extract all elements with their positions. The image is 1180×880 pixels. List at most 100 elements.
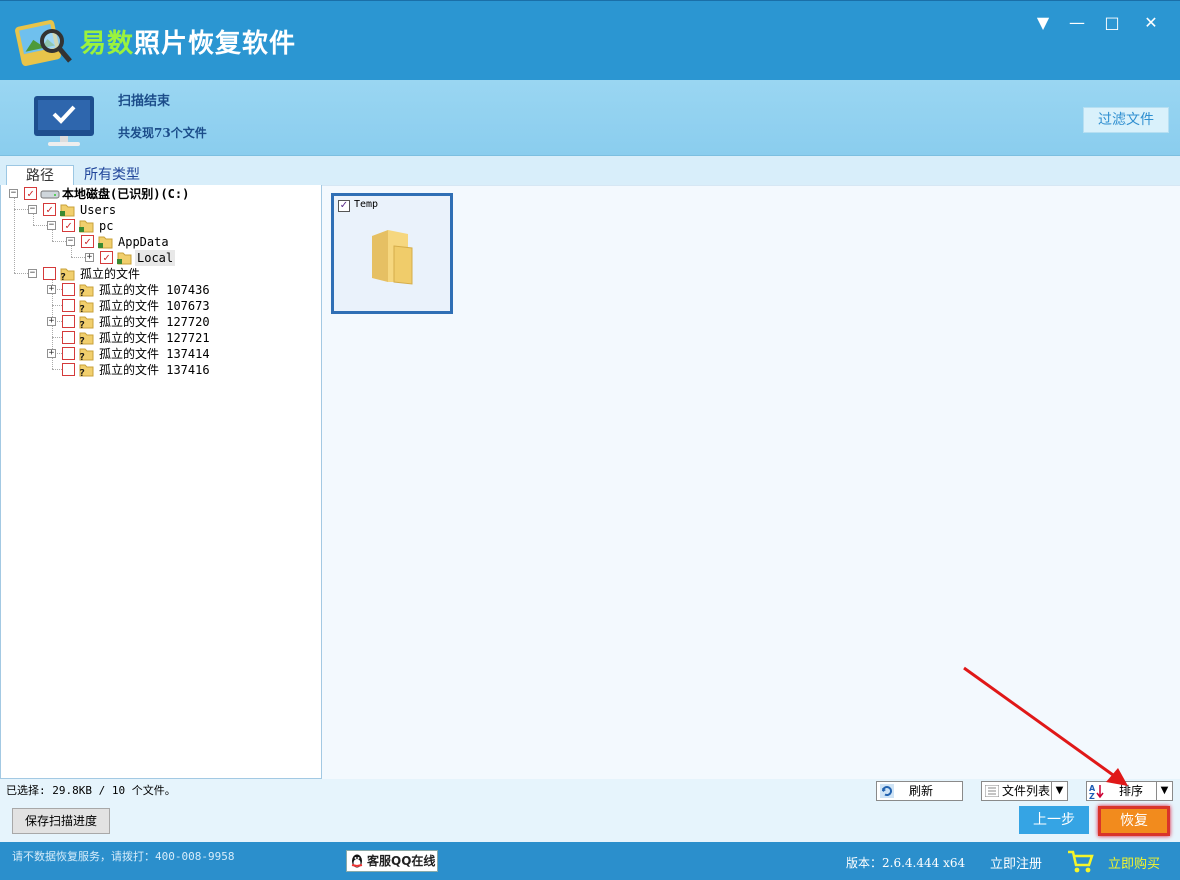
menu-dropdown-icon[interactable]: ▼ xyxy=(1030,11,1056,35)
svg-text:?: ? xyxy=(79,368,85,377)
title-bar: 易数照片恢复软件 ▼ — □ ✕ xyxy=(0,0,1180,80)
close-button[interactable]: ✕ xyxy=(1138,11,1164,35)
collapse-toggle[interactable]: − xyxy=(47,221,56,230)
folder-tree-panel: − ✓ 本地磁盘(已识别)(C:) − ✓ Users − ✓ pc − ✓ A… xyxy=(0,185,322,779)
tile-label: Temp xyxy=(354,199,379,210)
scan-status-banner: 扫描结束 共发现73个文件 过滤文件 xyxy=(0,80,1180,156)
scan-status-title: 扫描结束 xyxy=(118,94,171,109)
tree-node-local[interactable]: + ✓ Local xyxy=(1,250,301,266)
tab-path[interactable]: 路径 xyxy=(6,165,74,185)
folder-icon xyxy=(98,236,113,249)
app-title-highlight: 易数 xyxy=(80,29,135,59)
annotation-arrow-icon xyxy=(963,666,1128,786)
unknown-folder-icon: ? xyxy=(79,300,94,313)
refresh-button[interactable]: 刷新 xyxy=(876,781,963,801)
tree-label: pc xyxy=(99,219,114,233)
unknown-folder-icon: ? xyxy=(79,284,94,297)
tree-node-orphan-item[interactable]: ? 孤立的文件 137416 xyxy=(1,362,301,378)
svg-text:?: ? xyxy=(79,336,85,345)
expand-toggle[interactable]: + xyxy=(47,317,56,326)
tree-label: Local xyxy=(135,250,176,266)
svg-text:?: ? xyxy=(79,320,85,329)
qq-support-button[interactable]: 客服QQ在线 xyxy=(346,850,438,872)
app-title: 易数照片恢复软件 xyxy=(80,23,296,60)
disk-drive-icon xyxy=(40,190,60,199)
refresh-label: 刷新 xyxy=(909,784,934,798)
unknown-folder-icon: ? xyxy=(79,348,94,361)
view-tabs: 路径 所有类型 xyxy=(0,156,1180,185)
tree-label: 孤立的文件 137416 xyxy=(99,363,210,377)
tree-label: Users xyxy=(80,203,117,217)
footer-bar: 请不数据恢复服务，请拨打：400-008-9958 客服QQ在线 版本：2.6.… xyxy=(0,842,1180,880)
previous-step-button[interactable]: 上一步 xyxy=(1019,806,1089,834)
tree-label: 孤立的文件 127721 xyxy=(99,331,210,345)
unknown-folder-icon: ? xyxy=(60,268,75,281)
tree-label: 孤立的文件 107673 xyxy=(99,299,210,313)
tree-node-orphan-item[interactable]: + ? 孤立的文件 137414 xyxy=(1,346,301,362)
app-logo-icon xyxy=(15,20,72,66)
expand-toggle[interactable]: + xyxy=(85,253,94,262)
tree-node-root-disk[interactable]: − ✓ 本地磁盘(已识别)(C:) xyxy=(1,186,301,202)
save-scan-progress-button[interactable]: 保存扫描进度 xyxy=(12,808,110,834)
svg-text:?: ? xyxy=(79,352,85,361)
svg-text:?: ? xyxy=(79,288,85,297)
expand-toggle[interactable]: + xyxy=(47,285,56,294)
selection-summary: 已选择: 29.8KB / 10 个文件。 xyxy=(6,784,176,797)
tree-label: 孤立的文件 137414 xyxy=(99,347,210,361)
collapse-toggle[interactable]: − xyxy=(66,237,75,246)
chevron-down-icon[interactable]: ▼ xyxy=(1156,782,1172,800)
tile-checkbox[interactable]: ✓ xyxy=(338,200,350,212)
tree-checkbox[interactable] xyxy=(62,347,75,360)
scan-found-count: 共发现73个文件 xyxy=(118,126,207,140)
tree-node-orphan-files[interactable]: − ? 孤立的文件 xyxy=(1,266,301,282)
unknown-folder-icon: ? xyxy=(79,364,94,377)
tree-checkbox[interactable] xyxy=(62,283,75,296)
shopping-cart-icon xyxy=(1068,850,1094,873)
tree-node-orphan-item[interactable]: ? 孤立的文件 107673 xyxy=(1,298,301,314)
tree-node-pc[interactable]: − ✓ pc xyxy=(1,218,301,234)
collapse-toggle[interactable]: − xyxy=(28,269,37,278)
tree-label: 孤立的文件 127720 xyxy=(99,315,210,329)
tree-checkbox[interactable] xyxy=(62,363,75,376)
tree-checkbox[interactable] xyxy=(62,315,75,328)
collapse-toggle[interactable]: − xyxy=(9,189,18,198)
unknown-folder-icon: ? xyxy=(79,316,94,329)
filter-files-button[interactable]: 过滤文件 xyxy=(1083,107,1169,133)
monitor-check-icon xyxy=(34,96,94,146)
qq-penguin-icon xyxy=(351,854,363,868)
tree-checkbox[interactable]: ✓ xyxy=(100,251,113,264)
qq-support-label: 客服QQ在线 xyxy=(367,854,436,868)
buy-now-link[interactable]: 立即购买 xyxy=(1108,853,1160,872)
tree-label: 孤立的文件 xyxy=(80,267,141,281)
folder-icon xyxy=(79,220,94,233)
version-label: 版本：2.6.4.444 x64 xyxy=(846,856,966,870)
tree-node-orphan-item[interactable]: + ? 孤立的文件 127720 xyxy=(1,314,301,330)
recover-button[interactable]: 恢复 xyxy=(1098,806,1170,836)
tree-checkbox[interactable]: ✓ xyxy=(81,235,94,248)
tree-checkbox[interactable]: ✓ xyxy=(24,187,37,200)
tree-node-users[interactable]: − ✓ Users xyxy=(1,202,301,218)
tree-checkbox[interactable]: ✓ xyxy=(43,203,56,216)
tab-all-types[interactable]: 所有类型 xyxy=(74,165,150,185)
tree-label: 孤立的文件 107436 xyxy=(99,283,210,297)
svg-text:?: ? xyxy=(60,272,66,281)
collapse-toggle[interactable]: − xyxy=(28,205,37,214)
folder-icon xyxy=(60,204,75,217)
tree-node-appdata[interactable]: − ✓ AppData xyxy=(1,234,301,250)
register-link[interactable]: 立即注册 xyxy=(990,853,1042,872)
tree-node-orphan-item[interactable]: + ? 孤立的文件 107436 xyxy=(1,282,301,298)
svg-text:?: ? xyxy=(79,304,85,313)
refresh-icon xyxy=(880,784,894,798)
tree-checkbox[interactable] xyxy=(62,331,75,344)
tree-checkbox[interactable] xyxy=(43,267,56,280)
folder-tile-temp[interactable]: ✓ Temp xyxy=(331,193,453,314)
expand-toggle[interactable]: + xyxy=(47,349,56,358)
tree-checkbox[interactable]: ✓ xyxy=(62,219,75,232)
tree-checkbox[interactable] xyxy=(62,299,75,312)
tree-label: AppData xyxy=(118,235,169,249)
minimize-button[interactable]: — xyxy=(1064,11,1090,35)
folder-icon xyxy=(372,230,413,285)
service-hotline: 请不数据恢复服务，请拨打：400-008-9958 xyxy=(12,850,235,863)
tree-node-orphan-item[interactable]: ? 孤立的文件 127721 xyxy=(1,330,301,346)
maximize-button[interactable]: □ xyxy=(1099,11,1125,35)
